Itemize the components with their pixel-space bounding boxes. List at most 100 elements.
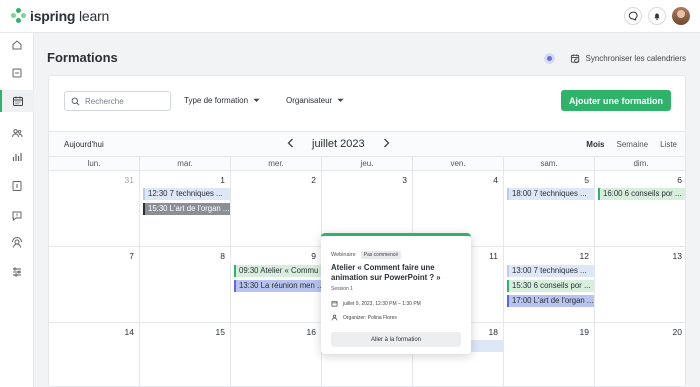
calendar-event[interactable]: 16:00 6 conseils por ... <box>598 188 685 200</box>
courses-icon[interactable] <box>0 62 34 84</box>
day-number: 4 <box>493 175 498 185</box>
day-number: 19 <box>579 327 589 337</box>
go-to-training-button[interactable]: Aller à la formation <box>331 332 461 347</box>
sync-calendars-link[interactable]: Synchroniser les calendriers <box>586 54 687 63</box>
day-number: 6 <box>677 175 682 185</box>
calendar-icon <box>331 301 338 307</box>
day-number: 15 <box>215 327 225 337</box>
day-number: 18 <box>488 327 498 337</box>
day-cell[interactable]: 31 <box>49 171 140 246</box>
organizer-label: Organisateur <box>286 96 333 105</box>
status-badge: Pas commencé <box>360 251 402 259</box>
weekday-label: dim. <box>633 159 649 168</box>
day-number: 31 <box>124 175 134 185</box>
calendar-event[interactable]: 17:00 L'art de l'organ ... <box>507 295 594 307</box>
search-box[interactable] <box>64 91 171 111</box>
view-month-tab[interactable]: Mois <box>586 140 604 149</box>
calendar-event[interactable]: 15:30 L'art de l'organ ... <box>143 203 230 215</box>
day-cell[interactable]: 1 12:30 7 techniques ... 15:30 L'art de … <box>140 171 231 246</box>
calendar-toolbar: Aujourd'hui juillet 2023 Mois Semaine Li… <box>49 131 685 156</box>
next-month-button[interactable] <box>383 137 390 151</box>
day-cell[interactable]: 14 <box>49 323 140 386</box>
month-label: juillet 2023 <box>312 138 365 150</box>
day-number: 12 <box>579 251 589 261</box>
add-training-button[interactable]: Ajouter une formation <box>561 90 671 111</box>
day-cell[interactable]: 8 <box>140 247 231 322</box>
view-list-tab[interactable]: Liste <box>660 140 677 149</box>
day-cell[interactable]: 13 <box>595 247 685 322</box>
day-cell[interactable]: 9 09:30 Atelier « Commu ... 13:30 La réu… <box>231 247 322 322</box>
event-organizer: Organizer: Polina Flores <box>343 314 397 321</box>
event-type-label: Webinaire <box>331 252 356 258</box>
search-input[interactable] <box>85 96 165 106</box>
users-icon[interactable] <box>0 122 34 144</box>
event-session: Session 1 <box>331 286 353 292</box>
chevron-down-icon <box>253 98 260 102</box>
weekday-header: lun. mar. mer. jeu. ven. sam. dim. <box>49 156 685 171</box>
user-icon <box>331 314 338 321</box>
event-popover: Webinaire Pas commencé Atelier « Comment… <box>321 233 471 354</box>
training-type-label: Type de formation <box>184 96 249 105</box>
event-title: Atelier « Comment faire une animation su… <box>331 263 441 282</box>
calendar-icon[interactable] <box>0 90 34 112</box>
search-icon <box>71 97 80 105</box>
bell-icon[interactable] <box>648 7 666 25</box>
day-number: 11 <box>489 251 498 261</box>
day-cell[interactable]: 7 <box>49 247 140 322</box>
calendar-event[interactable]: 15:30 6 conseils por ... <box>507 280 594 292</box>
day-cell[interactable]: 6 16:00 6 conseils por ... <box>595 171 685 246</box>
organizer-dropdown[interactable]: Organisateur <box>286 96 344 105</box>
day-cell[interactable]: 19 <box>504 323 595 386</box>
calendar-event[interactable]: 13:00 7 techniques ... <box>507 265 594 277</box>
previous-month-button[interactable] <box>287 137 294 151</box>
weekday-label: ven. <box>413 157 504 170</box>
day-number: 14 <box>124 327 134 337</box>
weekday-label: jeu. <box>322 157 413 170</box>
top-bar: ispring learn <box>0 0 700 33</box>
page-title: Formations <box>47 50 118 65</box>
chevron-left-icon <box>287 138 293 148</box>
day-cell[interactable]: 15 <box>140 323 231 386</box>
day-number: 7 <box>129 251 134 261</box>
chat-icon[interactable] <box>624 7 642 25</box>
settings-sliders-icon[interactable] <box>0 261 34 283</box>
chevron-down-icon <box>337 98 344 102</box>
day-number: 1 <box>220 175 225 185</box>
weekday-label: lun. <box>49 157 140 170</box>
profile-settings-icon[interactable] <box>0 232 34 254</box>
day-cell[interactable]: 12 13:00 7 techniques ... 15:30 6 consei… <box>504 247 595 322</box>
calendar-event[interactable]: 12:30 7 techniques ... <box>143 188 230 200</box>
day-number: 3 <box>402 175 407 185</box>
logo-text: ispring learn <box>30 8 110 24</box>
day-cell[interactable]: 2 <box>231 171 322 246</box>
day-number: 13 <box>672 251 682 261</box>
feedback-icon[interactable] <box>0 205 34 227</box>
day-number: 20 <box>672 327 682 337</box>
home-icon[interactable] <box>0 34 34 56</box>
day-number: 8 <box>220 251 225 261</box>
day-cell[interactable]: 5 18:00 7 techniques ... <box>504 171 595 246</box>
weekday-label: sam. <box>504 157 595 170</box>
avatar[interactable] <box>672 7 690 25</box>
chevron-right-icon <box>383 138 390 148</box>
training-type-dropdown[interactable]: Type de formation <box>184 96 260 105</box>
today-button[interactable]: Aujourd'hui <box>64 140 104 149</box>
catalog-icon[interactable] <box>0 175 34 197</box>
calendar-event[interactable]: 18:00 7 techniques ... <box>507 188 594 200</box>
event-datetime: juillet 9, 2023, 12:30 PM – 1:30 PM <box>343 300 421 307</box>
day-number: 9 <box>311 251 316 261</box>
logo[interactable]: ispring learn <box>11 8 109 24</box>
day-number: 16 <box>306 327 316 337</box>
logo-mark-icon <box>11 8 27 24</box>
day-cell[interactable]: 16 <box>231 323 322 386</box>
status-indicator[interactable] <box>543 53 555 64</box>
day-number: 5 <box>584 175 589 185</box>
calendar-event[interactable]: 13:30 La réunion men ... <box>234 280 321 292</box>
day-cell[interactable]: 20 <box>595 323 685 386</box>
calendar-event[interactable]: 09:30 Atelier « Commu ... <box>234 265 321 277</box>
view-week-tab[interactable]: Semaine <box>617 140 649 149</box>
calendar-sync-icon <box>570 54 579 64</box>
sidebar <box>0 33 34 387</box>
reports-icon[interactable] <box>0 146 34 168</box>
day-number: 2 <box>311 175 316 185</box>
